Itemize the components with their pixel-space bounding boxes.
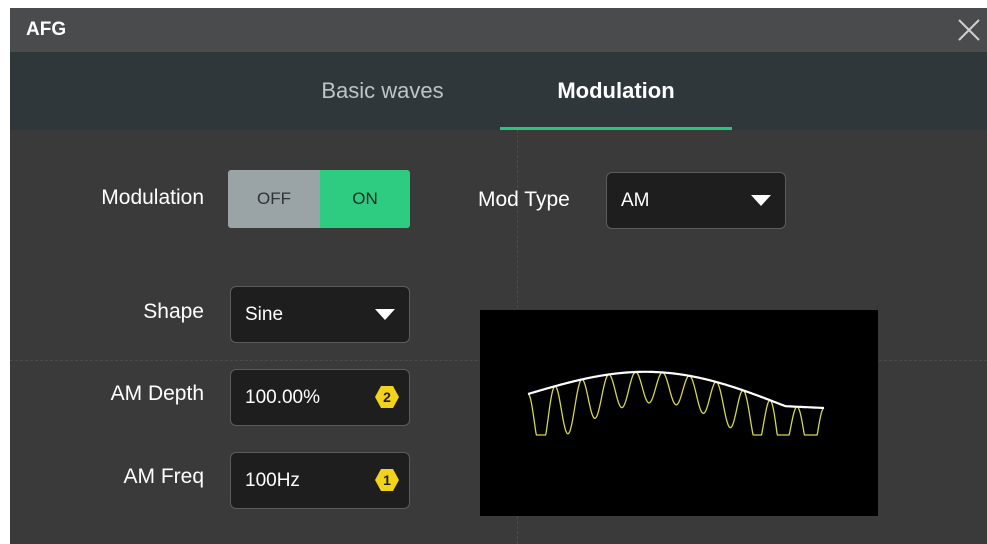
am-freq-value: 100Hz — [245, 470, 300, 491]
shape-select[interactable]: Sine — [230, 286, 410, 343]
knob-2-number: 2 — [383, 389, 391, 405]
mod-type-select[interactable]: AM — [606, 172, 786, 229]
modulation-label: Modulation — [101, 186, 204, 209]
mod-type-value: AM — [621, 190, 650, 211]
chevron-down-icon — [751, 195, 771, 206]
close-icon[interactable] — [953, 14, 985, 46]
am-freq-field[interactable]: 100Hz 1 — [230, 452, 410, 509]
toggle-on-option[interactable]: ON — [320, 170, 410, 228]
knob-1-number: 1 — [383, 472, 391, 488]
shape-value: Sine — [245, 304, 284, 325]
chevron-down-icon — [375, 309, 395, 320]
toggle-off-option[interactable]: OFF — [228, 170, 320, 228]
am-freq-label: AM Freq — [123, 465, 204, 488]
dialog-title: AFG — [26, 19, 67, 40]
title-bar: AFG — [10, 8, 987, 52]
am-depth-label: AM Depth — [110, 382, 204, 405]
knob-2-icon: 2 — [375, 386, 399, 408]
afg-dialog: AFG Basic waves Modulation Modulation OF… — [10, 8, 987, 544]
mod-type-label: Mod Type — [478, 188, 570, 211]
tab-bar: Basic waves Modulation — [10, 52, 987, 130]
am-waveform-preview — [480, 310, 878, 516]
am-depth-value: 100.00% — [245, 387, 321, 408]
tab-basic-waves[interactable]: Basic waves — [300, 52, 465, 130]
envelope-line — [527, 370, 824, 410]
knob-1-icon: 1 — [375, 469, 399, 491]
waveform-graphic — [527, 370, 825, 436]
am-depth-field[interactable]: 100.00% 2 — [230, 369, 410, 426]
modulation-panel: Modulation OFF ON Mod Type AM Shape Sine… — [10, 130, 987, 544]
shape-label: Shape — [143, 300, 204, 323]
modulation-toggle[interactable]: OFF ON — [228, 170, 410, 228]
tab-modulation[interactable]: Modulation — [500, 52, 732, 130]
